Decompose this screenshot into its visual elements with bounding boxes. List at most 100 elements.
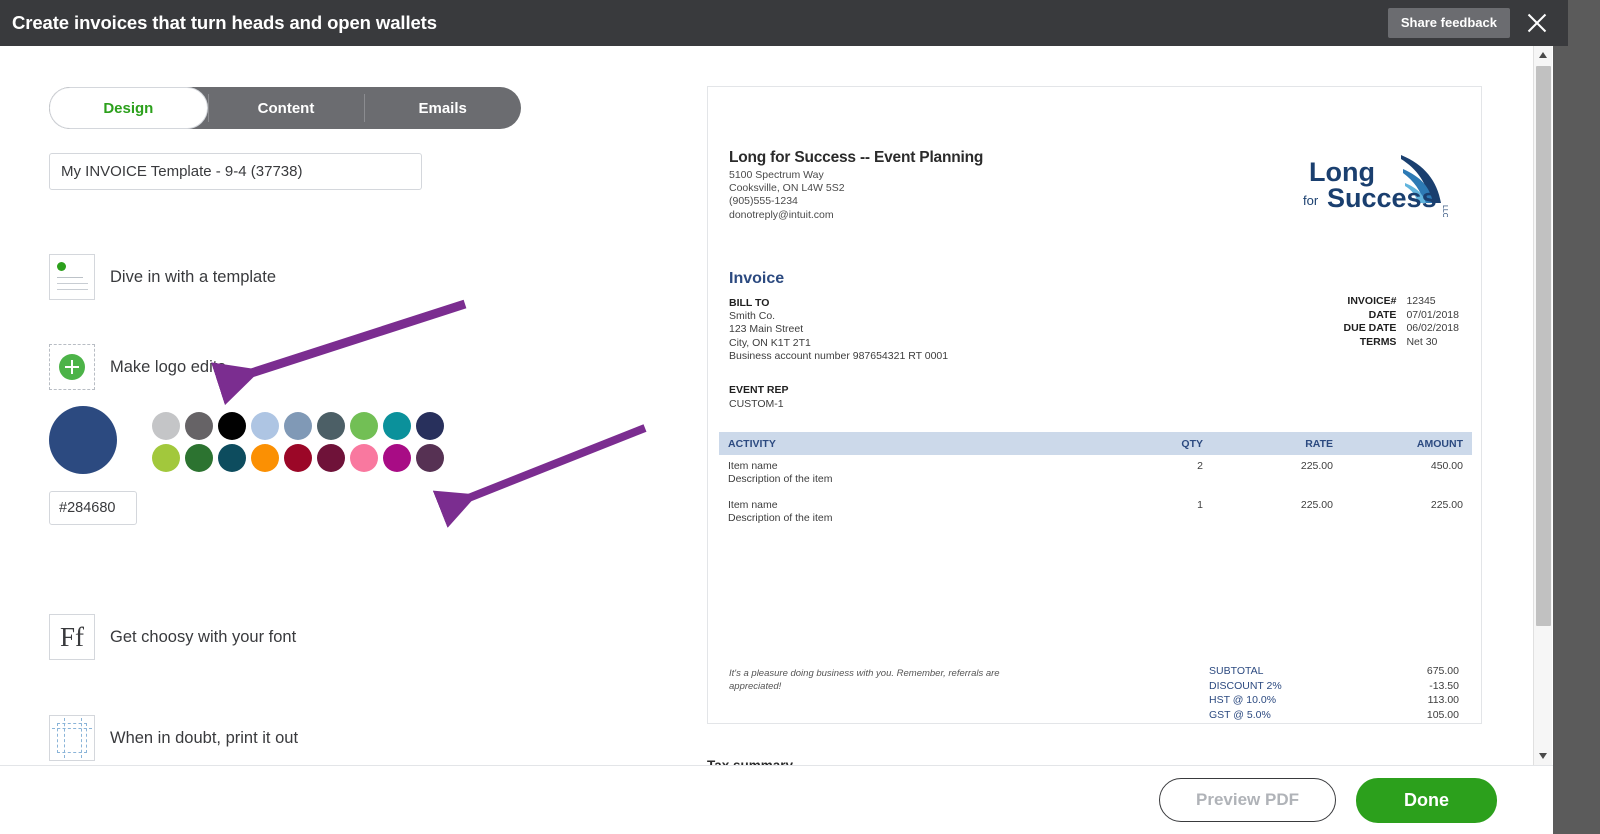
title-bar-actions: Share feedback xyxy=(1387,8,1568,38)
totals-label: HST @ 10.0% xyxy=(1209,694,1277,706)
event-rep-value: CUSTOM-1 xyxy=(729,398,784,410)
meta-value: 06/02/2018 xyxy=(1406,322,1459,334)
column-header-amount: AMOUNT xyxy=(1342,432,1472,455)
meta-value: Net 30 xyxy=(1406,335,1438,348)
tab-bar: Design Content Emails xyxy=(49,87,521,129)
invoice-meta-block: INVOICE# 12345 DATE 07/01/2018 DUE DATE … xyxy=(1344,295,1459,349)
totals-row: SUBTOTAL 675.00 xyxy=(1209,664,1459,679)
invoice-preview-panel: Long for Success -- Event Planning 5100 … xyxy=(707,86,1482,765)
option-label: Dive in with a template xyxy=(110,267,276,286)
option-get-choosy-with-your-font[interactable]: Ff Get choosy with your font xyxy=(49,614,296,660)
totals-label: TOTAL xyxy=(1209,722,1242,723)
option-label: Make logo edits xyxy=(110,357,226,376)
tab-content[interactable]: Content xyxy=(207,87,365,129)
close-icon[interactable] xyxy=(1524,10,1550,36)
scroll-down-arrow-icon[interactable] xyxy=(1534,747,1553,765)
color-swatch[interactable] xyxy=(284,444,312,472)
company-email: donotreply@intuit.com xyxy=(729,208,834,221)
share-feedback-button[interactable]: Share feedback xyxy=(1387,8,1510,38)
meta-key: DUE DATE xyxy=(1343,322,1397,334)
color-swatch[interactable] xyxy=(218,444,246,472)
totals-row: TOTAL $893.00 xyxy=(1209,722,1459,723)
preview-pdf-button[interactable]: Preview PDF xyxy=(1159,778,1336,822)
totals-value: 105.00 xyxy=(1426,708,1459,721)
totals-row: GST @ 5.0% 105.00 xyxy=(1209,708,1459,723)
color-swatch[interactable] xyxy=(416,412,444,440)
item-description: Description of the item xyxy=(728,512,833,524)
svg-text:for: for xyxy=(1303,193,1319,208)
color-swatch[interactable] xyxy=(218,412,246,440)
design-settings-panel: Design Content Emails Dive in with a tem… xyxy=(0,46,690,765)
scrollbar-thumb[interactable] xyxy=(1536,66,1551,626)
color-swatch[interactable] xyxy=(350,444,378,472)
option-dive-in-with-a-template[interactable]: Dive in with a template xyxy=(49,254,276,300)
tab-emails[interactable]: Emails xyxy=(364,87,521,129)
svg-text:Success: Success xyxy=(1327,183,1437,213)
content-area: Design Content Emails Dive in with a tem… xyxy=(0,46,1553,765)
bill-to-header: BILL TO xyxy=(729,297,770,309)
color-swatch[interactable] xyxy=(383,412,411,440)
invoice-message: It's a pleasure doing business with you.… xyxy=(729,668,1000,692)
print-margins-icon xyxy=(49,715,95,761)
tab-design[interactable]: Design xyxy=(49,87,208,129)
scroll-up-arrow-icon[interactable] xyxy=(1534,46,1553,64)
color-swatch[interactable] xyxy=(284,412,312,440)
font-Ff-icon: Ff xyxy=(49,614,95,660)
current-color-swatch[interactable] xyxy=(49,406,117,474)
item-amount: 450.00 xyxy=(1430,460,1463,472)
table-row-description: Description of the item xyxy=(719,512,1472,533)
vertical-scrollbar[interactable] xyxy=(1533,46,1552,765)
totals-value: $893.00 xyxy=(1421,722,1459,723)
svg-text:LLC: LLC xyxy=(1441,205,1448,217)
bill-to-street: 123 Main Street xyxy=(729,323,804,336)
bill-to-city: City, ON K1T 2T1 xyxy=(729,336,811,349)
column-header-activity: ACTIVITY xyxy=(719,432,1102,455)
color-swatch[interactable] xyxy=(152,444,180,472)
bill-to-block: BILL TO Smith Co. 123 Main Street City, … xyxy=(729,297,948,363)
option-make-logo-edits[interactable]: Make logo edits xyxy=(49,344,226,390)
column-header-qty: QTY xyxy=(1102,432,1212,455)
meta-value: 07/01/2018 xyxy=(1406,308,1459,321)
color-swatch[interactable] xyxy=(350,412,378,440)
option-when-in-doubt-print-it-out[interactable]: When in doubt, print it out xyxy=(49,715,298,761)
title-bar: Create invoices that turn heads and open… xyxy=(0,0,1568,46)
done-button[interactable]: Done xyxy=(1356,777,1497,823)
company-phone: (905)555-1234 xyxy=(729,195,798,208)
totals-value: 675.00 xyxy=(1426,665,1459,677)
item-activity: Item name xyxy=(728,460,778,472)
column-header-rate: RATE xyxy=(1212,432,1342,455)
totals-label: DISCOUNT 2% xyxy=(1209,679,1282,692)
item-qty: 1 xyxy=(1197,499,1203,511)
meta-key: INVOICE# xyxy=(1347,295,1397,307)
color-swatch[interactable] xyxy=(251,444,279,472)
color-swatch[interactable] xyxy=(416,444,444,472)
totals-label: SUBTOTAL xyxy=(1209,665,1264,677)
tax-summary-title: Tax summary xyxy=(707,758,793,765)
meta-value: 12345 xyxy=(1406,295,1436,307)
totals-row: HST @ 10.0% 113.00 xyxy=(1209,693,1459,708)
invoice-document: Long for Success -- Event Planning 5100 … xyxy=(707,86,1482,724)
color-swatch[interactable] xyxy=(152,412,180,440)
color-swatch[interactable] xyxy=(185,444,213,472)
bill-to-name: Smith Co. xyxy=(729,310,776,323)
color-swatch[interactable] xyxy=(317,412,345,440)
footer-action-bar: Preview PDF Done xyxy=(0,765,1553,834)
color-hex-input[interactable] xyxy=(49,491,137,525)
color-swatch[interactable] xyxy=(185,412,213,440)
table-row: Item name 1 225.00 225.00 xyxy=(719,494,1472,512)
plus-circle-icon xyxy=(49,344,95,390)
color-swatch[interactable] xyxy=(383,444,411,472)
item-amount: 225.00 xyxy=(1430,499,1463,511)
option-label: When in doubt, print it out xyxy=(110,728,299,747)
invoice-heading: Invoice xyxy=(729,270,785,287)
bill-to-account: Business account number 987654321 RT 000… xyxy=(729,349,949,362)
meta-key: TERMS xyxy=(1359,335,1397,348)
table-row: Item name 2 225.00 450.00 xyxy=(719,455,1472,473)
item-rate: 225.00 xyxy=(1300,499,1333,511)
event-rep-block: EVENT REP CUSTOM-1 xyxy=(729,383,789,411)
company-address-line1: 5100 Spectrum Way xyxy=(729,169,824,181)
item-description: Description of the item xyxy=(728,473,833,485)
color-swatch[interactable] xyxy=(251,412,279,440)
color-swatch[interactable] xyxy=(317,444,345,472)
template-name-input[interactable] xyxy=(49,153,422,190)
